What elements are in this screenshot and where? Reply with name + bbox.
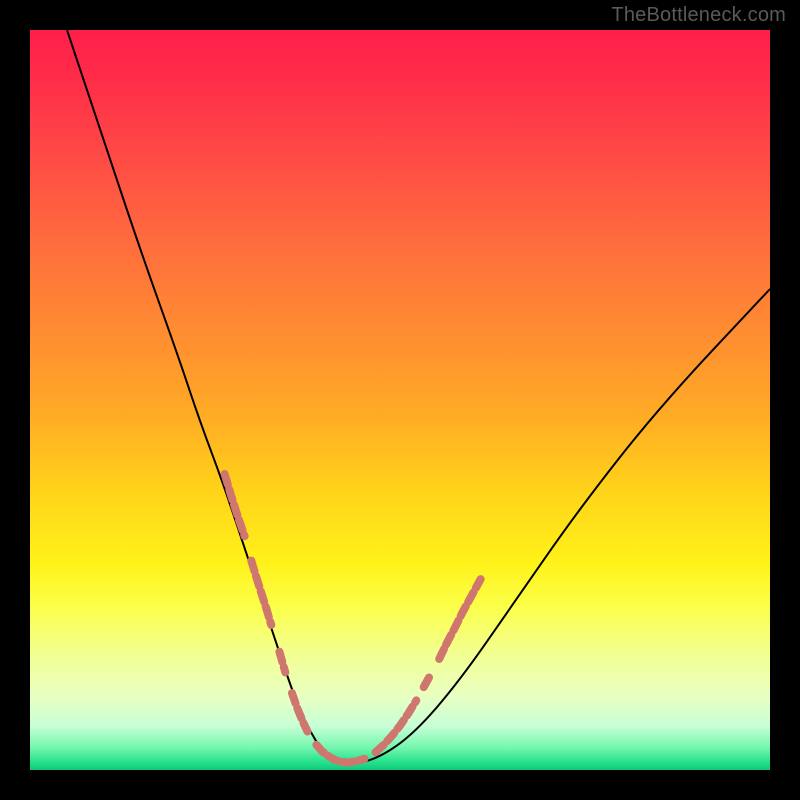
bead-markers bbox=[225, 474, 481, 763]
bead-segment bbox=[316, 745, 364, 763]
bead-segment bbox=[251, 561, 271, 625]
bead-segment bbox=[292, 693, 308, 731]
bead-segment bbox=[439, 579, 480, 659]
watermark-label: TheBottleneck.com bbox=[611, 4, 786, 27]
curve-line bbox=[67, 30, 770, 764]
bead-segment bbox=[225, 474, 245, 536]
bead-segment bbox=[424, 674, 431, 687]
bead-segment bbox=[376, 700, 417, 752]
plot-frame bbox=[30, 30, 770, 770]
chart-svg bbox=[30, 30, 770, 770]
bead-segment bbox=[279, 652, 285, 673]
